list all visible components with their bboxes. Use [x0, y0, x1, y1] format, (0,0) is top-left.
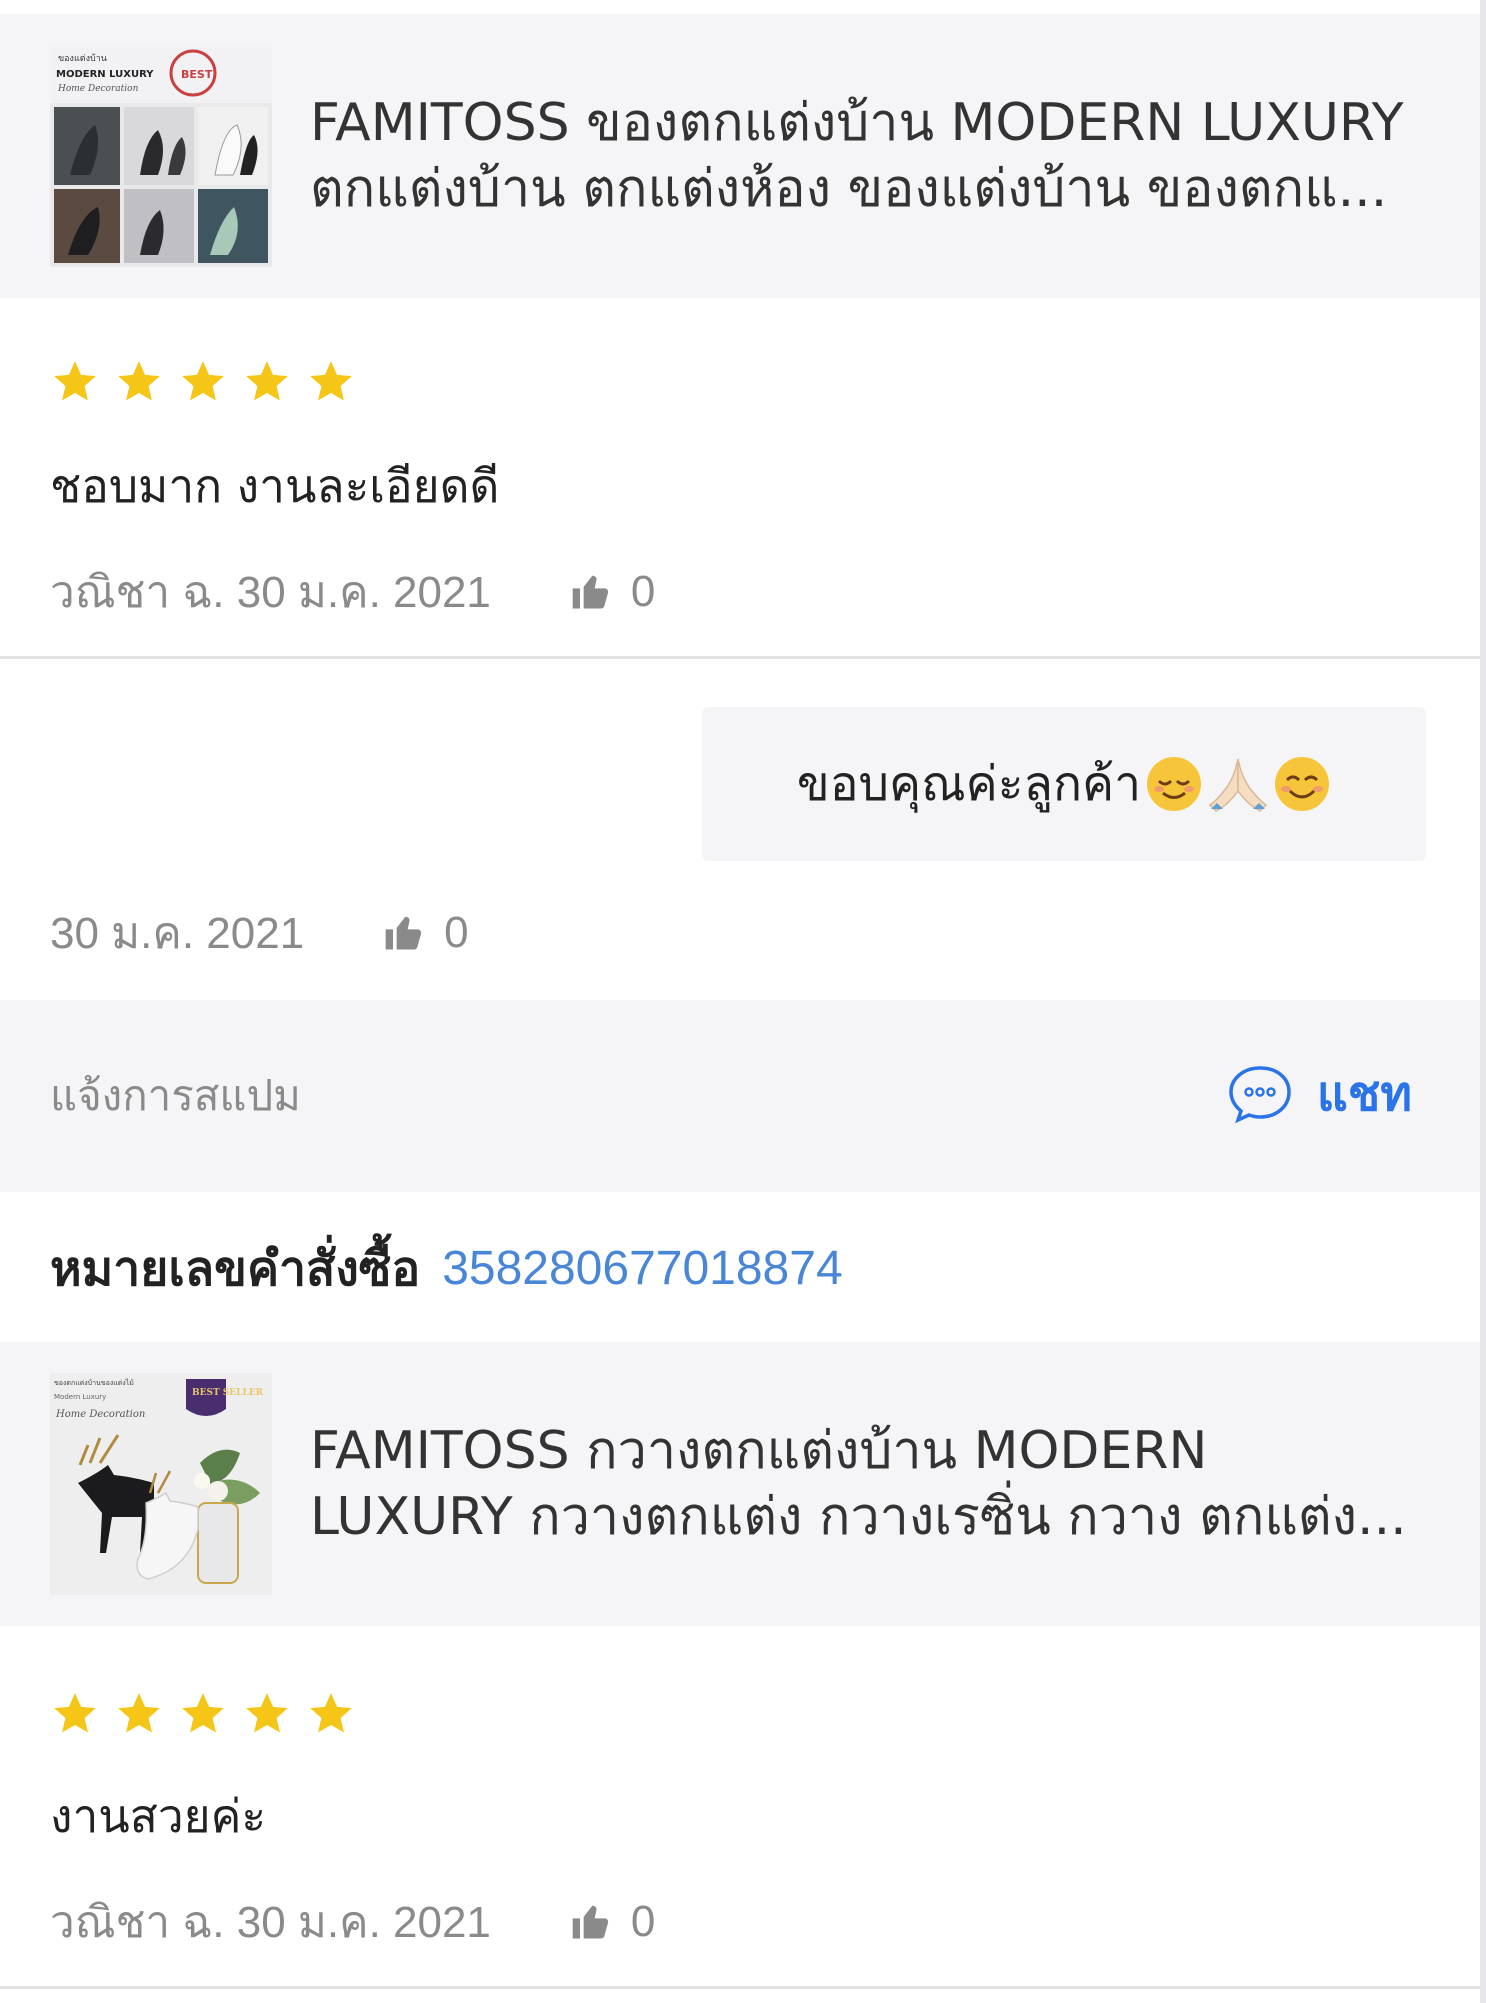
thumbs-up-icon — [572, 1905, 609, 1939]
star-rating — [50, 357, 356, 407]
product-thumbnail[interactable]: ของตกแต่งบ้านของแต่งไม้ Modern Luxury Ho… — [50, 1373, 272, 1595]
order-number-label: หมายเลขคำสั่งซื้อ — [50, 1241, 421, 1297]
seller-reply-bubble: ขอบคุณค่ะลูกค้า — [702, 707, 1426, 861]
order-number-link[interactable]: 358280677018874 — [442, 1237, 842, 1301]
star-icon — [54, 361, 96, 401]
chat-button[interactable]: แชท — [1227, 1064, 1412, 1124]
star-icon — [118, 361, 160, 401]
reply-date: 30 ม.ค. 2021 — [50, 909, 305, 958]
product-card[interactable]: ของแต่งบ้าน MODERN LUXURY Home Decoratio… — [0, 14, 1480, 298]
product-image: ของตกแต่งบ้านของแต่งไม้ Modern Luxury Ho… — [50, 1373, 272, 1595]
product-thumbnail[interactable]: ของแต่งบ้าน MODERN LUXURY Home Decoratio… — [50, 45, 272, 267]
report-spam-link[interactable]: แจ้งการสแปม — [50, 1068, 301, 1124]
smiling-face-icon — [1275, 757, 1330, 811]
thumb-badge: BEST SELLER — [192, 1388, 264, 1398]
star-icon — [310, 361, 352, 401]
star-icon — [246, 361, 288, 401]
order-number-row: หมายเลขคำสั่งซื้อ 358280677018874 — [50, 1237, 843, 1301]
product-image: ของแต่งบ้าน MODERN LUXURY Home Decoratio… — [50, 45, 272, 267]
product-title[interactable]: FAMITOSS ของตกแต่งบ้าน MODERN LUXURY ตกแ… — [310, 90, 1420, 222]
svg-text:MODERN LUXURY: MODERN LUXURY — [56, 69, 154, 80]
review-text: ชอบมาก งานละเอียดดี — [50, 459, 500, 513]
like-button[interactable]: 0 — [569, 1897, 655, 1947]
star-icon — [118, 1693, 160, 1733]
review-author-date: วณิชา ฉ. 30 ม.ค. 2021 — [50, 568, 491, 617]
chat-label: แชท — [1316, 1066, 1412, 1122]
thumbs-up-icon — [385, 916, 422, 950]
svg-text:Home Decoration: Home Decoration — [57, 84, 139, 94]
star-icon — [310, 1693, 352, 1733]
product-title[interactable]: FAMITOSS กวางตกแต่งบ้าน MODERN LUXURY กว… — [310, 1418, 1420, 1550]
reply-meta: 30 ม.ค. 2021 0 — [50, 903, 469, 963]
star-icon — [246, 1693, 288, 1733]
thumb-badge: BEST — [181, 68, 213, 81]
like-count: 0 — [444, 908, 469, 957]
divider — [0, 1986, 1480, 1989]
svg-text:Modern Luxury: Modern Luxury — [54, 1393, 106, 1401]
review-action-bar: แจ้งการสแปม แชท — [0, 1000, 1480, 1192]
relieved-face-icon — [1147, 757, 1202, 811]
seller-reply-text: ขอบคุณค่ะลูกค้า — [796, 756, 1142, 812]
chat-bubble-icon — [1229, 1066, 1291, 1124]
star-icon — [182, 1693, 224, 1733]
svg-text:ของตกแต่งบ้านของแต่งไม้: ของตกแต่งบ้านของแต่งไม้ — [54, 1378, 134, 1387]
svg-text:Home Decoration: Home Decoration — [55, 1409, 145, 1420]
like-button[interactable]: 0 — [382, 908, 469, 958]
like-count: 0 — [630, 567, 656, 616]
thumb-caption-text: ของแต่งบ้าน — [58, 53, 107, 64]
thumbs-up-icon — [572, 575, 609, 609]
star-icon — [54, 1693, 96, 1733]
review-meta: วณิชา ฉ. 30 ม.ค. 2021 0 — [50, 562, 655, 622]
like-button[interactable]: 0 — [569, 567, 655, 617]
product-card[interactable]: ของตกแต่งบ้านของแต่งไม้ Modern Luxury Ho… — [0, 1342, 1480, 1626]
star-icon — [182, 361, 224, 401]
star-rating — [50, 1689, 356, 1739]
review-author-date: วณิชา ฉ. 30 ม.ค. 2021 — [50, 1898, 491, 1947]
review-meta: วณิชา ฉ. 30 ม.ค. 2021 0 — [50, 1892, 655, 1952]
like-count: 0 — [630, 1897, 656, 1946]
top-spacer — [0, 0, 1486, 14]
folded-hands-icon — [1208, 758, 1268, 812]
scroll-edge — [1480, 0, 1486, 2003]
divider — [0, 656, 1480, 659]
review-text: งานสวยค่ะ — [50, 1789, 267, 1843]
